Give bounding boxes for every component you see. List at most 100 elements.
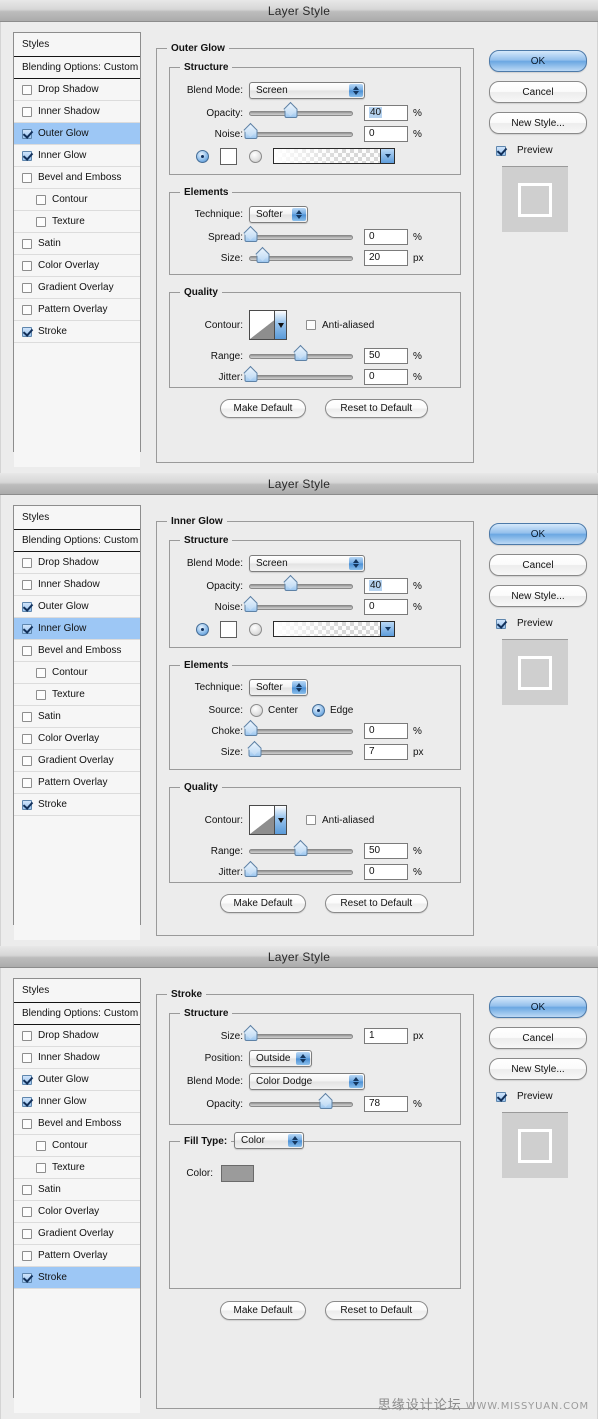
checkbox-icon[interactable] (22, 84, 32, 95)
slider-knob[interactable] (284, 106, 298, 119)
sidebar-item-color-overlay[interactable]: Color Overlay (14, 728, 140, 750)
slider-knob[interactable] (244, 370, 258, 383)
checkbox-checked-icon[interactable] (22, 623, 32, 634)
sidebar-item-drop-shadow[interactable]: Drop Shadow (14, 79, 140, 101)
make-default-button[interactable]: Make Default (220, 894, 306, 913)
sidebar-header[interactable]: Styles (14, 33, 140, 57)
chevron-down-icon[interactable] (274, 311, 286, 339)
preview-toggle[interactable]: Preview (496, 1091, 589, 1102)
checkbox-checked-icon[interactable] (22, 326, 32, 337)
sidebar-item-contour[interactable]: Contour (14, 1135, 140, 1157)
chevron-down-icon[interactable] (380, 622, 394, 636)
checkbox-icon[interactable] (36, 216, 46, 227)
ok-button[interactable]: OK (489, 996, 587, 1018)
jitter-slider[interactable] (244, 370, 353, 384)
glow-color-radio[interactable] (196, 149, 209, 163)
range-input[interactable]: 50 (364, 843, 408, 859)
glow-color-swatch[interactable] (220, 147, 237, 165)
anti-aliased-checkbox[interactable] (306, 815, 316, 825)
chevron-updown-icon[interactable] (349, 1074, 363, 1088)
sidebar-item-stroke[interactable]: Stroke (14, 1267, 140, 1289)
choke-slider[interactable] (244, 724, 353, 738)
fill-type-select[interactable]: Color (234, 1132, 304, 1149)
sidebar-item-outer-glow[interactable]: Outer Glow (14, 1069, 140, 1091)
checkbox-checked-icon[interactable] (496, 618, 506, 629)
checkbox-icon[interactable] (22, 260, 32, 271)
checkbox-icon[interactable] (22, 777, 32, 788)
sidebar-blending-options[interactable]: Blending Options: Custom (14, 530, 140, 552)
checkbox-icon[interactable] (22, 1118, 32, 1129)
slider-knob[interactable] (294, 349, 308, 362)
preview-toggle[interactable]: Preview (496, 618, 589, 629)
checkbox-icon[interactable] (22, 238, 32, 249)
checkbox-icon[interactable] (22, 1030, 32, 1041)
checkbox-icon[interactable] (22, 106, 32, 117)
preview-toggle[interactable]: Preview (496, 145, 589, 156)
sidebar-item-gradient-overlay[interactable]: Gradient Overlay (14, 750, 140, 772)
size-slider[interactable] (249, 251, 353, 265)
checkbox-icon[interactable] (22, 711, 32, 722)
spread-input[interactable]: 0 (364, 229, 408, 245)
checkbox-icon[interactable] (22, 1228, 32, 1239)
new-style-button[interactable]: New Style... (489, 585, 587, 607)
reset-to-default-button[interactable]: Reset to Default (324, 399, 428, 418)
sidebar-blending-options[interactable]: Blending Options: Custom (14, 1003, 140, 1025)
spread-slider[interactable] (244, 230, 353, 244)
sidebar-item-stroke[interactable]: Stroke (14, 794, 140, 816)
sidebar-item-satin[interactable]: Satin (14, 1179, 140, 1201)
sidebar-item-texture[interactable]: Texture (14, 684, 140, 706)
checkbox-icon[interactable] (36, 689, 46, 700)
blend-mode-select[interactable]: Screen (249, 554, 365, 572)
size-input[interactable]: 7 (364, 744, 408, 760)
sidebar-item-contour[interactable]: Contour (14, 189, 140, 211)
sidebar-item-color-overlay[interactable]: Color Overlay (14, 1201, 140, 1223)
jitter-input[interactable]: 0 (364, 864, 408, 880)
checkbox-checked-icon[interactable] (22, 601, 32, 612)
source-edge-radio[interactable] (312, 703, 326, 717)
sidebar-item-inner-glow[interactable]: Inner Glow (14, 618, 140, 640)
checkbox-icon[interactable] (22, 1250, 32, 1261)
cancel-button[interactable]: Cancel (489, 1027, 587, 1049)
contour-picker[interactable] (249, 310, 287, 340)
size-slider[interactable] (248, 745, 353, 759)
checkbox-checked-icon[interactable] (22, 1272, 32, 1283)
sidebar-item-outer-glow[interactable]: Outer Glow (14, 123, 140, 145)
checkbox-icon[interactable] (36, 667, 46, 678)
sidebar-item-pattern-overlay[interactable]: Pattern Overlay (14, 299, 140, 321)
checkbox-checked-icon[interactable] (22, 150, 32, 161)
jitter-input[interactable]: 0 (364, 369, 408, 385)
slider-knob[interactable] (244, 1029, 258, 1042)
sidebar-item-drop-shadow[interactable]: Drop Shadow (14, 1025, 140, 1047)
checkbox-icon[interactable] (36, 1140, 46, 1151)
chevron-updown-icon[interactable] (292, 207, 306, 221)
sidebar-blending-options[interactable]: Blending Options: Custom (14, 57, 140, 79)
chevron-down-icon[interactable] (274, 806, 286, 834)
sidebar-item-inner-glow[interactable]: Inner Glow (14, 145, 140, 167)
sidebar-item-texture[interactable]: Texture (14, 1157, 140, 1179)
source-center-radio[interactable] (250, 703, 263, 717)
slider-knob[interactable] (244, 600, 258, 613)
checkbox-icon[interactable] (22, 733, 32, 744)
sidebar-item-gradient-overlay[interactable]: Gradient Overlay (14, 277, 140, 299)
chevron-updown-icon[interactable] (288, 1134, 302, 1147)
opacity-slider[interactable] (249, 579, 353, 593)
reset-to-default-button[interactable]: Reset to Default (324, 894, 428, 913)
checkbox-checked-icon[interactable] (22, 1074, 32, 1085)
checkbox-icon[interactable] (22, 557, 32, 568)
chevron-updown-icon[interactable] (292, 680, 306, 694)
glow-color-radio[interactable] (196, 622, 209, 636)
slider-knob[interactable] (244, 230, 258, 243)
noise-input[interactable]: 0 (364, 599, 408, 615)
opacity-slider[interactable] (249, 106, 353, 120)
range-slider[interactable] (249, 844, 353, 858)
checkbox-icon[interactable] (22, 1184, 32, 1195)
sidebar-item-inner-glow[interactable]: Inner Glow (14, 1091, 140, 1113)
checkbox-checked-icon[interactable] (22, 1096, 32, 1107)
contour-picker[interactable] (249, 805, 287, 835)
opacity-input[interactable]: 40 (364, 105, 408, 121)
sidebar-item-outer-glow[interactable]: Outer Glow (14, 596, 140, 618)
slider-knob[interactable] (244, 865, 258, 878)
new-style-button[interactable]: New Style... (489, 1058, 587, 1080)
choke-input[interactable]: 0 (364, 723, 408, 739)
ok-button[interactable]: OK (489, 523, 587, 545)
